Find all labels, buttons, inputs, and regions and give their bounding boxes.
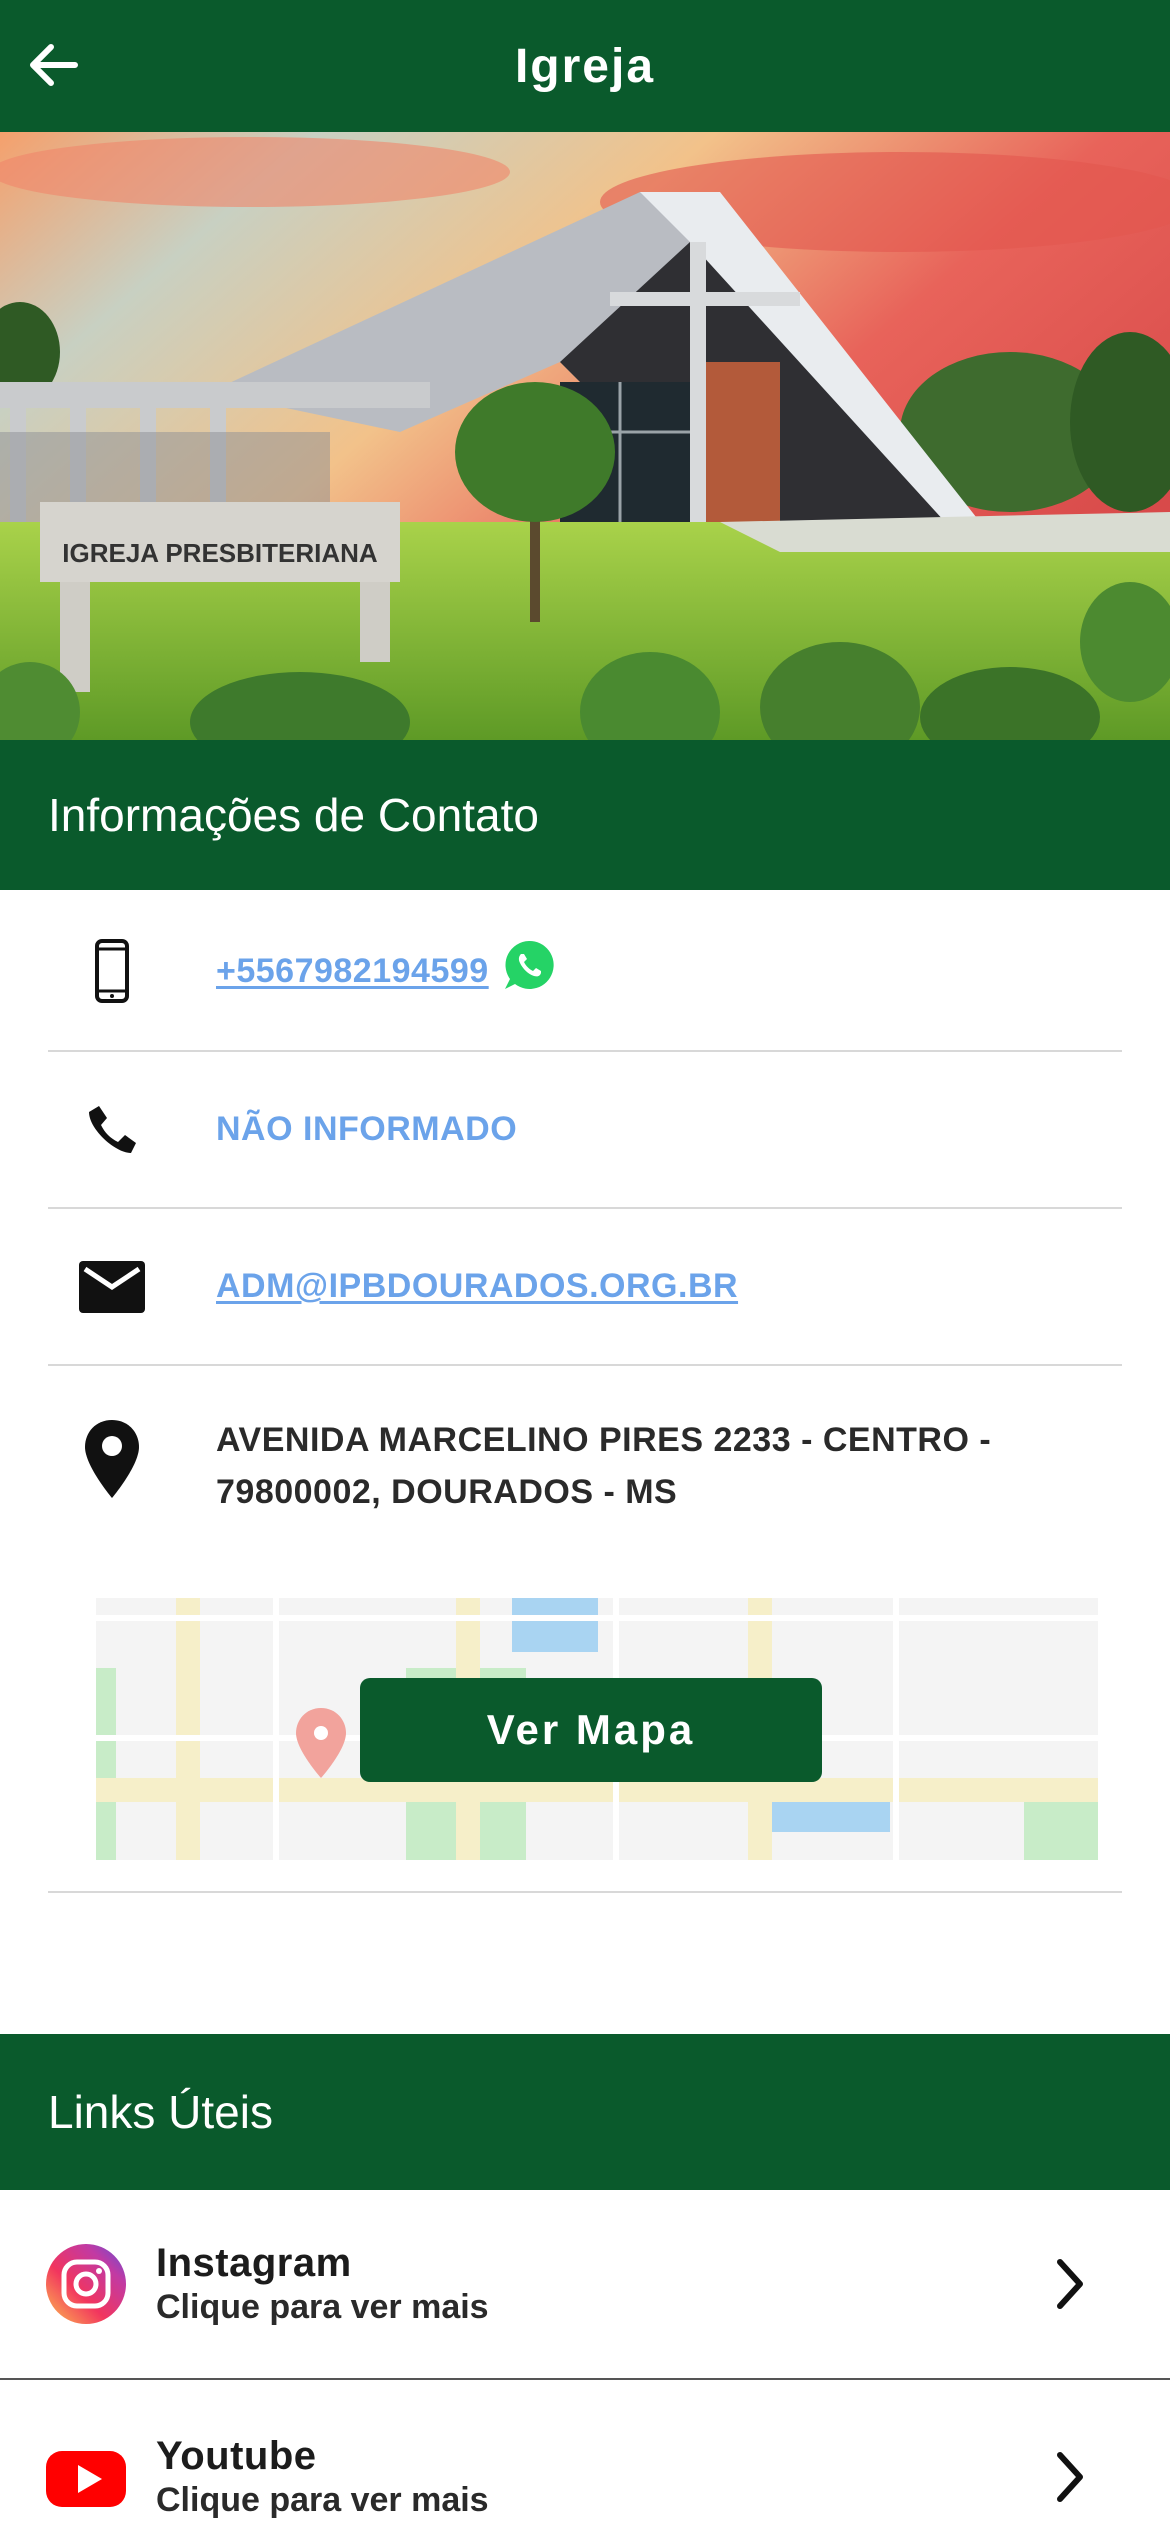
email-row: ADM@IPBDOURADOS.ORG.BR: [48, 1209, 1122, 1366]
list-item-youtube[interactable]: Youtube Clique para ver mais: [0, 2382, 1170, 2532]
address-text: AVENIDA MARCELINO PIRES 2233 - CENTRO - …: [216, 1421, 992, 1511]
contact-section-title: Informações de Contato: [48, 789, 539, 841]
arrow-left-icon: [30, 44, 78, 86]
links-list: Instagram Clique para ver mais Youtube C…: [0, 2190, 1170, 2532]
youtube-subtitle: Clique para ver mais: [156, 2481, 489, 2519]
list-item-instagram[interactable]: Instagram Clique para ver mais: [0, 2190, 1170, 2380]
chevron-right-icon: [1057, 2452, 1083, 2502]
mail-icon: [79, 1260, 145, 1313]
church-sign-text: IGREJA PRESBITERIANA: [62, 538, 378, 568]
back-button[interactable]: [18, 30, 88, 100]
app-header: Igreja: [0, 0, 1170, 132]
view-map-label: Ver Mapa: [486, 1706, 696, 1753]
address-block: AVENIDA MARCELINO PIRES 2233 - CENTRO - …: [48, 1366, 1122, 1893]
chevron-right-icon: [1057, 2259, 1083, 2309]
youtube-title: Youtube: [156, 2434, 317, 2478]
phone-value: NÃO INFORMADO: [216, 1110, 518, 1148]
instagram-title: Instagram: [156, 2241, 352, 2285]
email-link[interactable]: ADM@IPBDOURADOS.ORG.BR: [216, 1267, 738, 1306]
page-title: Igreja: [514, 39, 656, 93]
links-section-header: Links Úteis: [0, 2034, 1170, 2190]
mobile-row: +5567982194599: [48, 892, 1122, 1052]
smartphone-icon: [95, 939, 129, 1003]
links-section-title: Links Úteis: [48, 2086, 273, 2138]
map-pin-icon: [85, 1420, 139, 1498]
whatsapp-icon[interactable]: [501, 937, 557, 993]
instagram-subtitle: Clique para ver mais: [156, 2288, 489, 2326]
youtube-icon: [46, 2451, 126, 2507]
instagram-icon: [46, 2244, 126, 2324]
contact-section-header: Informações de Contato: [0, 740, 1170, 890]
phone-icon: [89, 1105, 136, 1153]
phone-row: NÃO INFORMADO: [48, 1052, 1122, 1209]
view-map-button[interactable]: Ver Mapa: [360, 1678, 822, 1782]
church-photo: IGREJA PRESBITERIANA: [0, 132, 1170, 740]
mobile-number-link[interactable]: +5567982194599: [216, 952, 489, 991]
